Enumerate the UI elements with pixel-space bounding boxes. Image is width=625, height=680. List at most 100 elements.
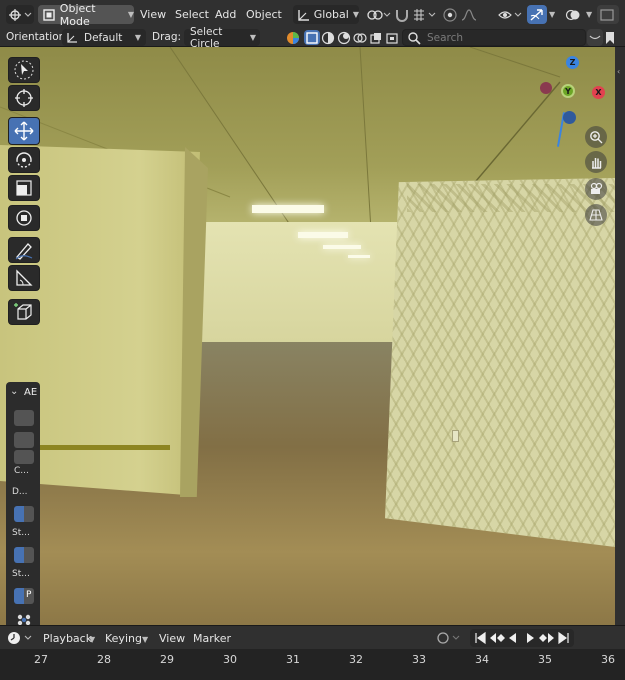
visibility-dropdown[interactable] [496, 6, 524, 23]
search-field[interactable]: Search [402, 29, 586, 46]
falloff-button[interactable] [460, 6, 478, 23]
color-sphere-icon[interactable] [286, 30, 300, 45]
select-mode-set[interactable] [304, 30, 320, 45]
panel-button-3[interactable] [14, 450, 34, 464]
gizmo-z-axis[interactable]: Z [566, 56, 579, 69]
panel-icon-nodes[interactable] [14, 612, 34, 625]
magnet-icon [396, 9, 408, 22]
sidebar-panel[interactable]: ⌄ AE C... D... St... St... P [6, 382, 40, 625]
timeline-menu-keying[interactable]: Keying [105, 632, 142, 645]
menu-view[interactable]: View [140, 8, 166, 21]
menu-add[interactable]: Add [215, 8, 236, 21]
bookmark-button[interactable] [604, 30, 616, 45]
orientation-default-icon [67, 32, 77, 43]
viewport-side-strip[interactable]: ‹ [615, 47, 625, 625]
rotate-icon [16, 152, 32, 168]
tool-move[interactable] [8, 117, 40, 145]
xray-toggle[interactable] [597, 5, 619, 24]
panel-toggle-1[interactable] [14, 506, 34, 522]
panel-toggle-3[interactable]: P [14, 588, 34, 604]
3d-cursor-icon [15, 89, 33, 107]
panel-button-1[interactable] [14, 410, 34, 426]
overlay-circles-icon [565, 9, 580, 20]
mode-dropdown[interactable]: Object Mode ▼ [38, 2, 134, 28]
select-difference-button[interactable] [352, 30, 368, 45]
tool-scale[interactable] [8, 175, 40, 201]
cursor-select-icon [14, 60, 34, 80]
chevron-down-icon[interactable]: ▼ [586, 10, 592, 19]
mode-label: Object Mode [59, 1, 96, 28]
tool-add-cube[interactable] [8, 299, 40, 325]
viewport-back-wall [200, 222, 410, 342]
timeline-ruler[interactable]: 27 28 29 30 31 32 33 34 35 36 [0, 649, 625, 680]
tool-select[interactable] [8, 57, 40, 83]
select-extend-button[interactable] [320, 30, 336, 45]
bookmark-icon [606, 31, 614, 44]
drag-dropdown[interactable]: Select Circle ▼ [184, 26, 260, 50]
panel-button-2[interactable] [14, 432, 34, 448]
panel-label-4: St... [12, 569, 30, 579]
perspective-toggle[interactable] [585, 204, 607, 226]
expand-button[interactable] [587, 29, 603, 46]
chevron-down-icon[interactable]: ⌄ [10, 386, 18, 397]
gizmo-x-axis[interactable]: X [592, 86, 605, 99]
gizmo-y-label: Y [565, 86, 571, 96]
gizmo-arrow-icon [530, 8, 543, 21]
menu-object[interactable]: Object [246, 8, 282, 21]
move-arrows-icon [14, 121, 34, 141]
overlays-toggle[interactable] [563, 6, 583, 23]
panel-tab-label[interactable]: AE [24, 387, 37, 398]
select-box-icon [306, 31, 318, 44]
wall-stripe [38, 445, 170, 450]
editor-type-button[interactable] [6, 5, 34, 24]
tool-cursor[interactable] [8, 85, 40, 111]
timeline-header: Playback ▼ Keying ▼ View Marker [0, 625, 625, 649]
tool-annotate[interactable] [8, 237, 40, 263]
gizmo-toggle[interactable] [527, 5, 547, 24]
select-difference-icon [353, 32, 367, 43]
eye-icon [498, 10, 522, 19]
select-invert-button[interactable] [384, 30, 400, 45]
menu-select[interactable]: Select [175, 8, 209, 21]
ruler-icon [16, 269, 33, 286]
frame-tick: 28 [97, 653, 111, 666]
pivot-point-button[interactable] [364, 6, 392, 23]
snap-target-button[interactable] [410, 6, 438, 23]
timeline-menu-view[interactable]: View [159, 632, 185, 645]
tool-settings-header: Orientation: Default ▼ Drag: Select Circ… [0, 26, 625, 50]
auto-keying-toggle[interactable] [435, 630, 463, 646]
camera-view-button[interactable] [585, 178, 607, 200]
timeline-menu-playback[interactable]: Playback [43, 632, 92, 645]
gizmo-neg-z[interactable] [563, 111, 576, 124]
select-intersect-button[interactable] [368, 30, 384, 45]
orientation-dropdown[interactable]: Default ▼ [62, 29, 146, 46]
select-subtract-button[interactable] [336, 30, 352, 45]
snap-toggle[interactable] [394, 6, 410, 23]
search-icon [408, 31, 421, 45]
select-subtract-icon [337, 31, 351, 44]
drag-label: Drag: [152, 31, 182, 43]
tool-transform[interactable] [8, 205, 40, 231]
chevron-down-icon[interactable]: ▼ [549, 10, 555, 19]
proportional-edit-toggle[interactable] [441, 6, 459, 23]
tool-rotate[interactable] [8, 147, 40, 173]
timeline-menu-marker[interactable]: Marker [193, 632, 231, 645]
tool-measure[interactable] [8, 265, 40, 291]
chevron-left-icon[interactable]: ‹ [617, 67, 620, 76]
ceiling-light-2 [298, 232, 348, 238]
zoom-button[interactable] [585, 126, 607, 148]
gizmo-neg-x[interactable] [540, 82, 552, 94]
timeline-editor-type[interactable] [6, 629, 34, 647]
select-invert-icon [386, 32, 398, 44]
camera-icon [590, 182, 603, 194]
ceiling-light-3 [323, 245, 361, 249]
ceiling-light-4 [348, 255, 370, 258]
transform-orientation-dropdown[interactable]: Global ▼ [293, 5, 359, 24]
pencil-icon [15, 243, 33, 260]
chevron-down-icon: ▼ [127, 10, 134, 19]
panel-toggle-2[interactable] [14, 547, 34, 563]
frame-tick: 35 [538, 653, 552, 666]
3d-viewport[interactable]: ⌄ AE C... D... St... St... P Z Y X [0, 47, 615, 625]
gizmo-y-axis[interactable]: Y [561, 84, 575, 98]
pan-button[interactable] [585, 151, 607, 173]
